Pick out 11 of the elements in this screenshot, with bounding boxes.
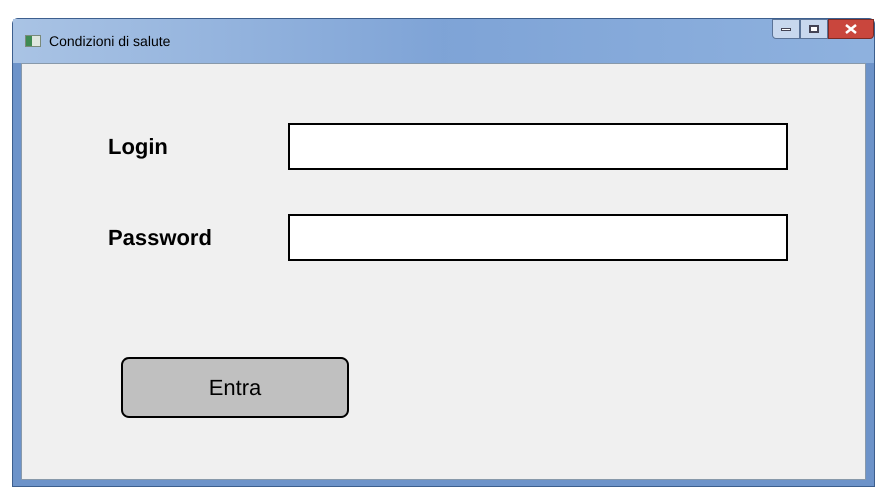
window-title: Condizioni di salute [49,32,170,50]
field-label: Login [108,133,169,161]
submit-button[interactable]: Entra [121,357,349,418]
input-field[interactable] [288,214,788,261]
minimize-button[interactable] [772,19,800,39]
close-icon [845,24,857,34]
maximize-button[interactable] [800,19,828,39]
app-icon [25,35,41,47]
close-button[interactable] [828,19,874,39]
input-field[interactable] [288,123,788,170]
field-label: Password [108,224,213,252]
